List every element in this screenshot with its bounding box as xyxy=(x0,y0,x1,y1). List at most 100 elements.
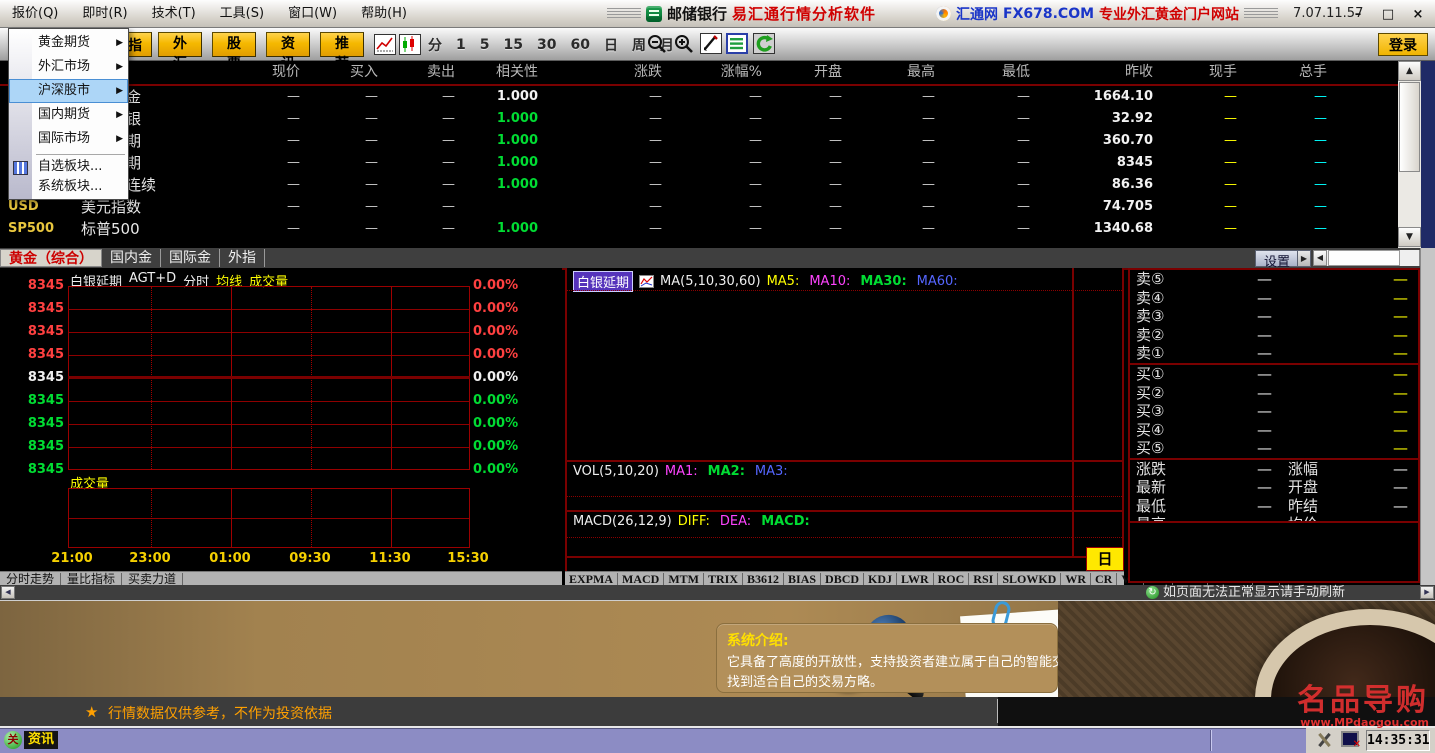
refresh-icon[interactable] xyxy=(753,33,775,54)
indicator-tab[interactable]: EXPMA xyxy=(565,573,618,586)
refresh-green-icon[interactable]: ↻ xyxy=(1146,586,1159,599)
macd-legend-item: DEA: xyxy=(720,514,751,529)
volume-plot-area[interactable] xyxy=(68,488,470,548)
dropdown-menu-item[interactable]: 自选板块... xyxy=(9,157,128,177)
table-row[interactable]: 白银延期 — — — 1.000 — — — — — 8345 — — xyxy=(0,152,1398,174)
candlestick-chart-icon[interactable] xyxy=(399,34,421,55)
indicator-tab[interactable]: TRIX xyxy=(704,573,743,586)
sector-scrollbar[interactable]: ◀ ▶ xyxy=(1313,250,1433,266)
menu-item[interactable]: 工具(S) xyxy=(208,1,276,27)
dropdown-menu-item[interactable]: 沪深股市 ▶ xyxy=(9,79,128,103)
indicator-tab[interactable]: DBCD xyxy=(821,573,864,586)
period-option[interactable]: 日 xyxy=(604,35,618,55)
table-row[interactable]: SP500 标普500 — — — 1.000 — — — — — 1340.6… xyxy=(0,218,1398,240)
indicator-tab[interactable]: SLOWKD xyxy=(998,573,1061,586)
zoom-in-icon[interactable] xyxy=(673,33,695,55)
indicator-tab[interactable]: KDJ xyxy=(864,573,897,586)
right-scroll-strip[interactable] xyxy=(1420,248,1435,585)
table-row[interactable]: USD 美元指数 — — — — — — — — 74.705 — — xyxy=(0,196,1398,218)
scroll-up-icon[interactable]: ▲ xyxy=(1398,61,1421,81)
menu-item[interactable]: 报价(Q) xyxy=(0,1,70,27)
intraday-tab-bar: 分时走势量比指标买卖力道 xyxy=(0,571,562,586)
news-toggle-icon[interactable]: 关 xyxy=(4,731,22,749)
connection-status-icon[interactable] xyxy=(1341,731,1359,747)
sector-tab[interactable]: 国际金 xyxy=(161,249,220,267)
menu-item[interactable]: 即时(R) xyxy=(70,1,139,27)
toolbar-button-forex[interactable]: 外汇 xyxy=(158,32,202,57)
kline-chart-panel[interactable]: 白银延期 MA(5,10,30,60) MA5:MA10:MA30:MA60: … xyxy=(565,268,1124,571)
table-row[interactable]: 黄金延期 — — — 1.000 — — — — — 360.70 — — xyxy=(0,130,1398,152)
cell-open: — xyxy=(772,218,852,240)
indicator-tab[interactable]: WR xyxy=(1061,573,1091,586)
period-option[interactable]: 分 xyxy=(428,35,442,55)
settings-arrow-icon[interactable]: ▶ xyxy=(1297,250,1311,267)
table-row[interactable]: 美原油连续 — — — 1.000 — — — — — 86.36 — — xyxy=(0,174,1398,196)
tools-icon[interactable] xyxy=(1315,732,1333,748)
indicator-tab[interactable]: LWR xyxy=(897,573,934,586)
intraday-tab[interactable]: 量比指标 xyxy=(61,573,122,586)
star-icon: ★ xyxy=(85,703,98,721)
sector-tab[interactable]: 外指 xyxy=(220,249,265,267)
period-selector: 分15153060日周月 xyxy=(428,28,674,61)
intro-line2: 找到适合自己的交易方略。 xyxy=(727,671,883,690)
time-tick: 23:00 xyxy=(126,551,174,566)
toolbar-button-stocks[interactable]: 股票 xyxy=(212,32,256,57)
cell-change: — xyxy=(548,196,672,218)
table-row[interactable]: 现货白银 — — — 1.000 — — — — — 32.92 — — xyxy=(0,108,1398,130)
intraday-tab[interactable]: 买卖力道 xyxy=(122,573,183,586)
menu-item[interactable]: 窗口(W) xyxy=(276,1,349,27)
intraday-chart-panel[interactable]: 白银延期 AGT+D 分时 均线 成交量 8345 0.00% 8345 xyxy=(0,268,562,571)
dropdown-menu-item[interactable]: 外汇市场 ▶ xyxy=(9,55,128,79)
menu-item[interactable]: 帮助(H) xyxy=(349,1,419,27)
toolbar-button-recommend[interactable]: 推荐 xyxy=(320,32,364,57)
sector-scroll-thumb[interactable] xyxy=(1328,250,1400,266)
indicator-tab[interactable]: MTM xyxy=(664,573,704,586)
period-option[interactable]: 1 xyxy=(456,37,466,53)
indicator-tab[interactable]: ROC xyxy=(934,573,970,586)
table-scrollbar[interactable]: ▲ ▼ xyxy=(1398,61,1421,248)
toolbar-button-news[interactable]: 资讯 xyxy=(266,32,310,57)
list-view-icon[interactable] xyxy=(726,33,748,54)
period-option[interactable]: 60 xyxy=(570,37,589,53)
settings-button[interactable]: 设置 xyxy=(1255,250,1299,267)
dropdown-menu-item[interactable]: 黄金期货 ▶ xyxy=(9,31,128,55)
cell-high: — xyxy=(852,196,945,218)
indicator-tab[interactable]: MACD xyxy=(618,573,664,586)
cell-change: — xyxy=(548,218,672,240)
dropdown-menu-item[interactable]: 国际市场 ▶ xyxy=(9,127,128,151)
cell-correlation: 1.000 xyxy=(465,86,548,108)
percent-tick: 0.00% xyxy=(473,348,518,362)
indicator-tab[interactable]: B3612 xyxy=(743,573,784,586)
scroll-down-icon[interactable]: ▼ xyxy=(1398,227,1421,247)
indicator-tab[interactable]: RSI xyxy=(969,573,998,586)
sector-tab[interactable]: 国内金 xyxy=(102,249,161,267)
indicator-tab[interactable]: CR xyxy=(1091,573,1117,586)
intraday-tab[interactable]: 分时走势 xyxy=(0,573,61,586)
news-label[interactable]: 资讯 xyxy=(24,731,58,749)
indicator-tab[interactable]: BIAS xyxy=(784,573,821,586)
menu-item[interactable]: 技术(T) xyxy=(140,1,208,27)
draw-pencil-icon[interactable] xyxy=(700,33,722,54)
scrollbar-thumb[interactable] xyxy=(1399,82,1420,172)
maximize-button[interactable]: □ xyxy=(1381,7,1395,22)
period-option[interactable]: 5 xyxy=(480,37,490,53)
table-row[interactable]: 现货黄金 — — — 1.000 — — — — — 1664.10 — — xyxy=(0,86,1398,108)
scroll-left-icon[interactable]: ◀ xyxy=(1313,250,1327,266)
zoom-out-icon[interactable] xyxy=(646,33,668,55)
period-option[interactable]: 15 xyxy=(504,37,523,53)
scroll-right-icon[interactable]: ▶ xyxy=(1420,586,1434,599)
login-button[interactable]: 登录 xyxy=(1378,33,1428,56)
dropdown-menu-item[interactable]: 系统板块... xyxy=(9,177,128,197)
daily-period-button[interactable]: 日线 xyxy=(1086,547,1124,571)
dropdown-menu-item[interactable]: 国内期货 ▶ xyxy=(9,103,128,127)
ad-banner[interactable]: 感谢您的使用 ↻ 刷新 系统介绍: 它具备了高度的开放性，支持投资者建立属于自己… xyxy=(0,600,1435,697)
minimize-button[interactable]: – xyxy=(1351,7,1365,22)
scroll-left-icon[interactable]: ◀ xyxy=(1,586,15,599)
period-option[interactable]: 30 xyxy=(537,37,556,53)
line-chart-icon[interactable] xyxy=(374,34,396,55)
period-option[interactable]: 周 xyxy=(632,35,646,55)
percent-tick: 0.00% xyxy=(473,279,518,293)
time-tick: 11:30 xyxy=(366,551,414,566)
sector-tab[interactable]: 黄金（综合） xyxy=(0,249,102,267)
close-button[interactable]: × xyxy=(1411,7,1425,22)
